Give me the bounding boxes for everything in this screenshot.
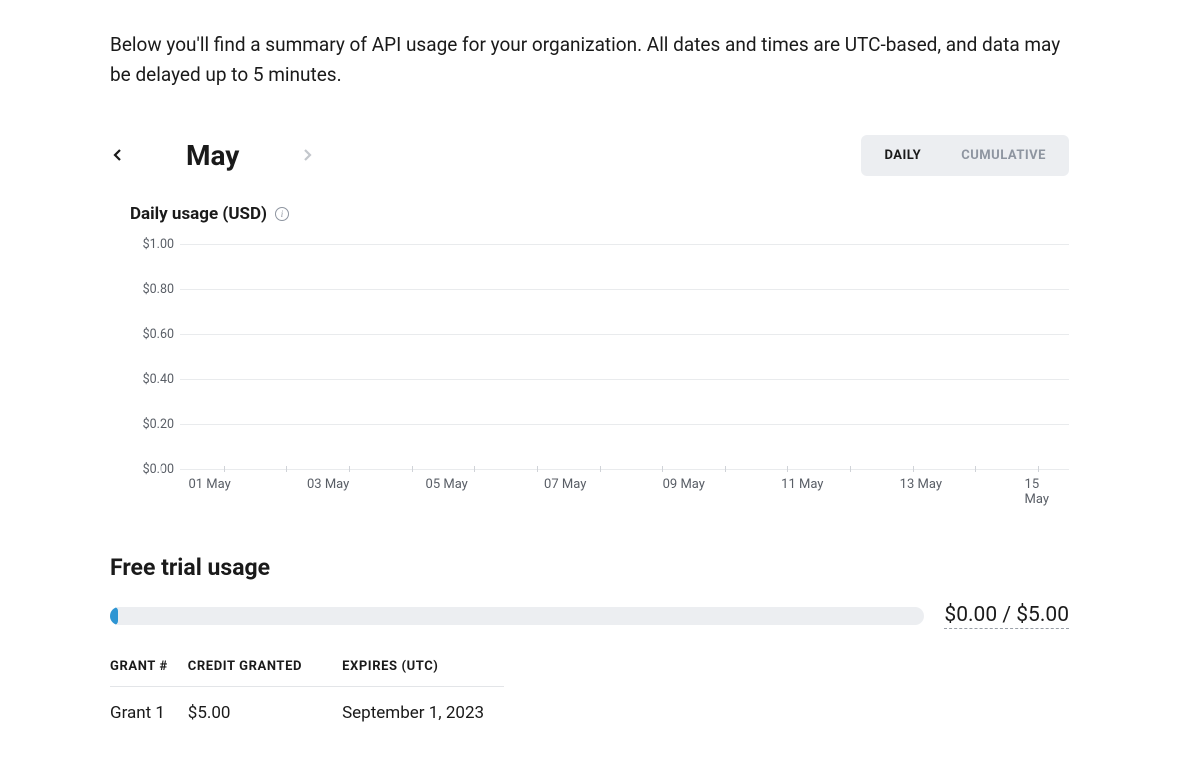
free-trial-row: $0.00 / $5.00 xyxy=(110,603,1069,629)
grid-hline xyxy=(180,379,1069,380)
x-tick-mark xyxy=(913,466,914,472)
view-toggle: DAILY CUMULATIVE xyxy=(861,135,1069,176)
next-month-button[interactable] xyxy=(299,147,315,163)
x-tick-mark xyxy=(349,466,350,472)
chart-title-row: Daily usage (USD) i xyxy=(130,204,1069,224)
x-tick-mark xyxy=(474,466,475,472)
x-tick-mark xyxy=(600,466,601,472)
usage-description: Below you'll find a summary of API usage… xyxy=(110,30,1069,91)
x-tick-mark xyxy=(1038,466,1039,472)
gridline: $0.60 xyxy=(180,334,1069,335)
x-tick-label: 15 May xyxy=(1025,477,1055,507)
col-grant: GRANT # xyxy=(110,659,188,687)
x-tick-label: 09 May xyxy=(663,477,705,492)
month-nav: May xyxy=(110,139,315,172)
x-tick-label: 05 May xyxy=(426,477,468,492)
grid-hline xyxy=(180,289,1069,290)
y-tick-label: $1.00 xyxy=(130,237,174,252)
cell-expires: September 1, 2023 xyxy=(322,686,504,723)
toggle-cumulative[interactable]: CUMULATIVE xyxy=(941,138,1066,173)
cell-grant: Grant 1 xyxy=(110,686,188,723)
x-tick-mark xyxy=(161,466,162,472)
trial-sep: / xyxy=(997,603,1016,627)
x-tick-mark xyxy=(787,466,788,472)
free-trial-title: Free trial usage xyxy=(110,554,1069,581)
progress-fill xyxy=(110,607,118,625)
trial-amount: $0.00 / $5.00 xyxy=(944,603,1069,629)
gridline: $1.00 xyxy=(180,244,1069,245)
x-tick-mark xyxy=(725,466,726,472)
x-tick-label: 07 May xyxy=(544,477,586,492)
chart-area: $1.00$0.80$0.60$0.40$0.20$0.00 01 May03 … xyxy=(130,244,1069,504)
month-header-row: May DAILY CUMULATIVE xyxy=(110,135,1069,176)
chart-title: Daily usage (USD) xyxy=(130,204,267,224)
cell-credit: $5.00 xyxy=(188,686,322,723)
col-expires: EXPIRES (UTC) xyxy=(322,659,504,687)
gridline: $0.40 xyxy=(180,379,1069,380)
y-tick-label: $0.40 xyxy=(130,372,174,387)
toggle-daily[interactable]: DAILY xyxy=(864,138,941,173)
table-row: Grant 1$5.00September 1, 2023 xyxy=(110,686,504,723)
x-tick-mark xyxy=(224,466,225,472)
col-credit: CREDIT GRANTED xyxy=(188,659,322,687)
chart-block: Daily usage (USD) i $1.00 $0.80 $0.60 $0.40… xyxy=(110,204,1069,504)
gridline: $0.80 xyxy=(180,289,1069,290)
x-tick-mark xyxy=(975,466,976,472)
x-tick-label: 11 May xyxy=(781,477,823,492)
trial-used: $0.00 xyxy=(944,603,997,627)
x-tick-label: 13 May xyxy=(900,477,942,492)
y-tick-label: $0.80 xyxy=(130,282,174,297)
y-tick-label: $0.20 xyxy=(130,417,174,432)
x-tick-mark xyxy=(850,466,851,472)
grid-hline xyxy=(180,244,1069,245)
grid-hline xyxy=(180,334,1069,335)
progress-bar xyxy=(110,607,924,625)
x-tick-mark xyxy=(662,466,663,472)
grid-hline xyxy=(180,424,1069,425)
x-tick-mark xyxy=(286,466,287,472)
prev-month-button[interactable] xyxy=(110,147,126,163)
x-tick-label: 01 May xyxy=(188,477,230,492)
info-icon[interactable]: i xyxy=(275,207,289,221)
grants-table: GRANT # CREDIT GRANTED EXPIRES (UTC) Gra… xyxy=(110,659,504,723)
x-tick-mark xyxy=(412,466,413,472)
gridline: $0.20 xyxy=(180,424,1069,425)
x-tick-label: 03 May xyxy=(307,477,349,492)
x-tick-mark xyxy=(537,466,538,472)
y-tick-label: $0.60 xyxy=(130,327,174,342)
month-title: May xyxy=(186,139,239,172)
trial-total: $5.00 xyxy=(1016,603,1069,627)
